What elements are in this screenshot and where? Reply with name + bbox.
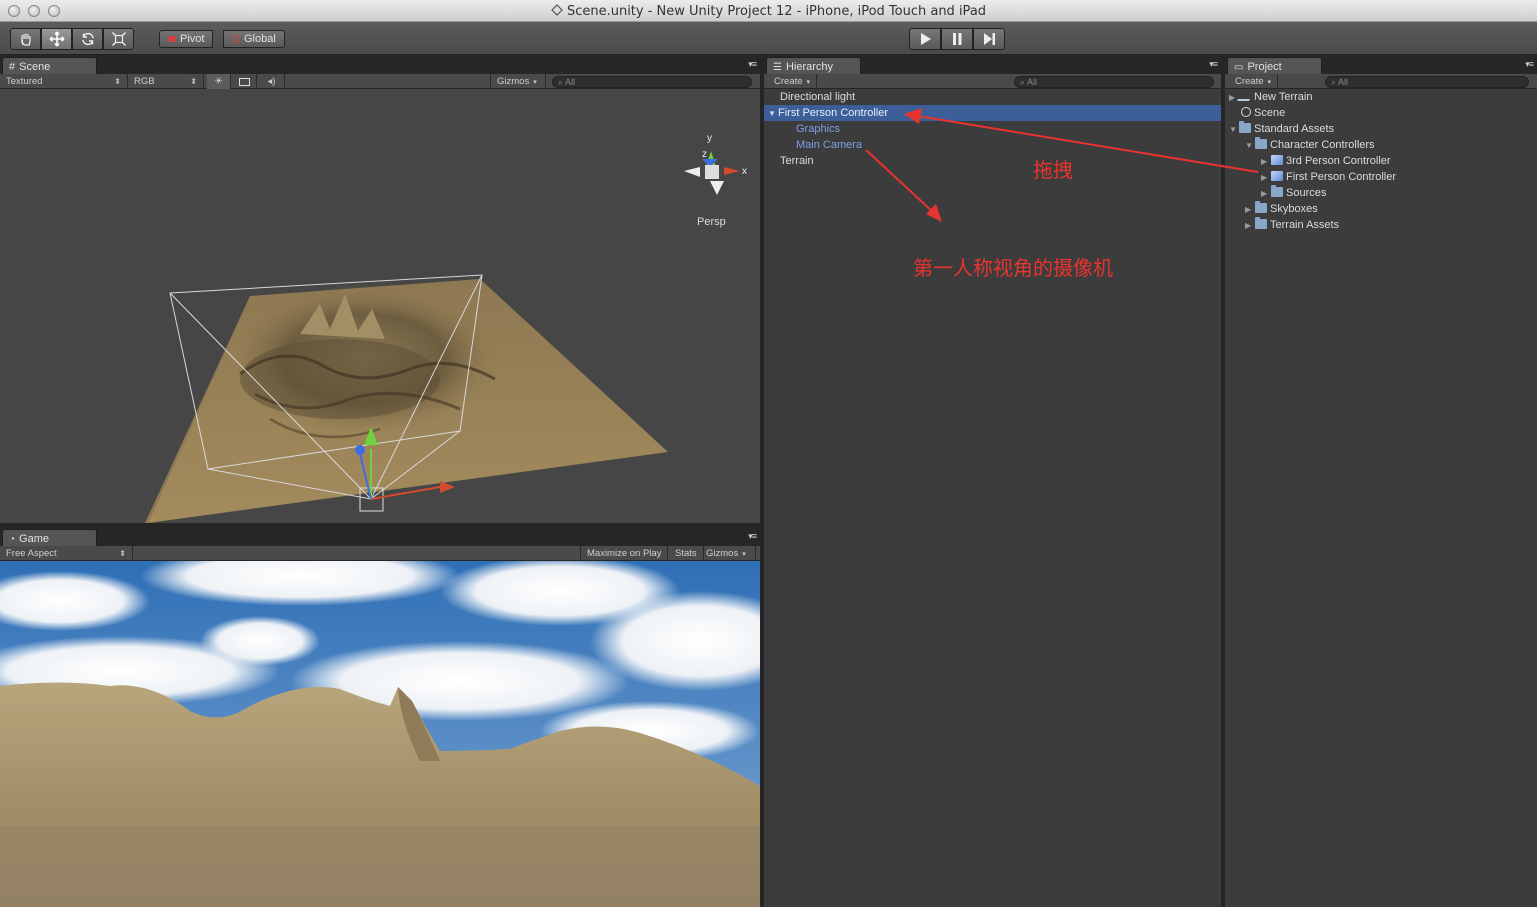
camera-annotation: 第一人称视角的摄像机: [913, 256, 1113, 280]
camera-arrow: [865, 149, 942, 222]
unity-editor-window: Scene.unity - New Unity Project 12 - iPh…: [0, 0, 1537, 907]
annotation-overlay: [865, 108, 1259, 222]
drag-annotation: 拖拽: [1033, 158, 1073, 182]
drag-arrow: [904, 108, 1259, 173]
